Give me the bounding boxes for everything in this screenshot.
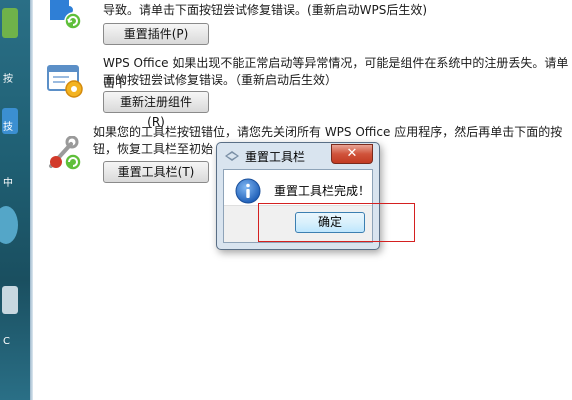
section-description: 导致。请单击下面按钮尝试修复错误。(重新启动WPS后生效) [103, 3, 428, 17]
reset-toolbar-button[interactable]: 重置工具栏(T) [103, 161, 209, 183]
section-description: 钮，恢复工具栏至初始 [93, 142, 214, 156]
reset-plugins-button[interactable]: 重置插件(P) [103, 23, 209, 45]
section-description: 面的按钮尝试修复错误。（重新启动后生效） [103, 73, 338, 87]
desktop-app-icon[interactable] [2, 8, 18, 38]
desktop-strip: 按 技 中 C [0, 0, 30, 400]
desktop-app-icon[interactable] [0, 206, 18, 244]
wrench-refresh-icon [49, 136, 82, 171]
dialog-message: 重置工具栏完成！ [274, 184, 371, 198]
highlight-box [258, 203, 415, 242]
desktop-label: C [3, 336, 10, 347]
puzzle-refresh-icon [50, 0, 82, 30]
close-button[interactable]: ✕ [331, 144, 373, 164]
dialog-title-bar[interactable]: 重置工具栏 ✕ [217, 143, 379, 169]
info-icon [235, 178, 261, 204]
dialog-title: 重置工具栏 [245, 150, 306, 164]
desktop-app-icon[interactable] [2, 286, 18, 314]
desktop-label: 技 [3, 122, 13, 133]
desktop-label: 按 [3, 74, 13, 85]
desktop-label: 中 [3, 178, 13, 189]
re-register-components-button[interactable]: 重新注册组件(R) [103, 91, 209, 129]
toolbar-icon [225, 151, 239, 161]
window-gear-icon [47, 65, 83, 98]
